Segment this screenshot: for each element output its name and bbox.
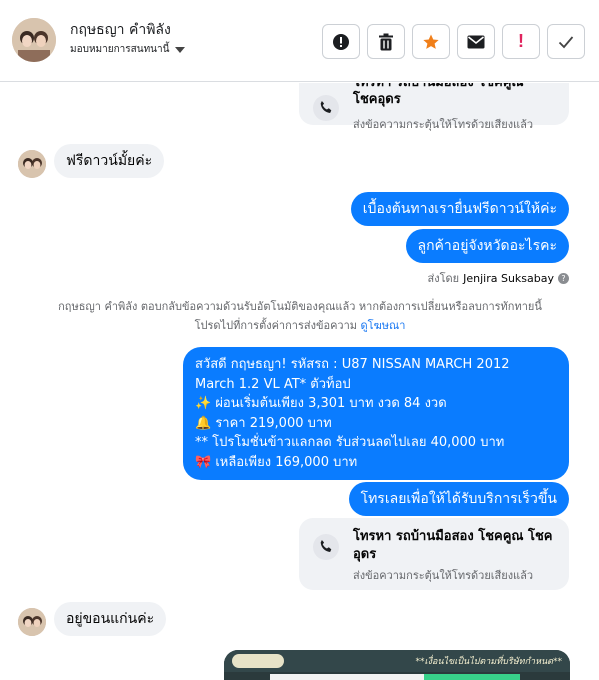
trash-icon (379, 33, 393, 50)
attachment-image[interactable]: **เงื่อนไขเป็นไปตามที่บริษัทกำหนด** (224, 650, 570, 680)
sent-by-label: ส่งโดย Jenjira Suksabay ? (428, 269, 569, 287)
image-caption: **เงื่อนไขเป็นไปตามที่บริษัทกำหนด** (415, 657, 563, 667)
conversation-header: กฤษธญา คำพิลัง มอบหมายการสนทนานี้ ! (0, 0, 599, 82)
mark-done-button[interactable] (547, 24, 585, 59)
call-card-title-partial: โทรหา รถบ้านมือสอง โชคคูณ โชคอุดร (353, 83, 523, 107)
spam-icon (333, 33, 349, 50)
envelope-icon (467, 35, 485, 48)
mark-spam-button[interactable] (322, 24, 360, 59)
star-icon (423, 34, 439, 49)
important-button[interactable]: ! (502, 24, 540, 59)
dealer-logo (232, 654, 284, 668)
incoming-message[interactable]: ฟรีดาวน์มั้ยค่ะ (54, 144, 165, 178)
assign-conversation-dropdown[interactable]: มอบหมายการสนทนานี้ (70, 42, 186, 57)
assign-label: มอบหมายการสนทนานี้ (70, 44, 170, 55)
conversation-actions: ! (322, 24, 585, 59)
call-card-title: โทรหา รถบ้านมือสอง โชคคูณ โชคอุดร (353, 529, 553, 562)
phone-icon (313, 95, 339, 121)
contact-avatar[interactable] (12, 18, 56, 62)
outgoing-message[interactable]: เบื้องต้นทางเรายื่นฟรีดาวน์ให้ค่ะ (350, 192, 569, 226)
system-notice: กฤษธญา คำพิลัง ตอบกลับข้อความด้วนรับอัตโ… (58, 300, 542, 332)
call-card-subtitle: ส่งข้อความกระตุ้นให้โทรด้วยเสียงแล้ว (353, 569, 534, 582)
call-prompt-card-previous: โทรหา รถบ้านมือสอง โชคคูณ โชคอุดร ส่งข้อ… (299, 83, 569, 131)
mark-unread-button[interactable] (457, 24, 495, 59)
sender-name: Jenjira Suksabay (463, 271, 554, 285)
call-prompt-card[interactable]: โทรหา รถบ้านมือสอง โชคคูณ โชคอุดร ส่งข้อ… (299, 518, 569, 590)
view-ad-link[interactable]: ดูโฆษณา (361, 319, 406, 332)
check-icon (558, 35, 574, 48)
outgoing-message[interactable]: โทรเลยเพื่อให้ได้รับบริการเร็วขึ้น (348, 482, 569, 516)
exclamation-icon: ! (518, 31, 524, 51)
contact-avatar-small (18, 608, 46, 636)
call-card-subtitle: ส่งข้อความกระตุ้นให้โทรด้วยเสียงแล้ว (353, 118, 534, 131)
outgoing-auto-reply-message[interactable]: สวัสดี กฤษธญา! รหัสรถ : U87 NISSAN MARCH… (183, 347, 569, 480)
contact-name: กฤษธญา คำพิลัง (70, 22, 171, 38)
incoming-message[interactable]: อยู่ขอนแก่นค่ะ (54, 602, 167, 636)
caret-down-icon (175, 46, 186, 53)
delete-button[interactable] (367, 24, 405, 59)
outgoing-message[interactable]: ลูกค้าอยู่จังหวัดอะไรคะ (405, 229, 569, 263)
contact-avatar-small (18, 150, 46, 178)
star-button[interactable] (412, 24, 450, 59)
message-thread[interactable]: โทรหา รถบ้านมือสอง โชคคูณ โชคอุดร ส่งข้อ… (0, 83, 599, 680)
phone-icon (313, 534, 339, 560)
help-icon[interactable]: ? (558, 272, 569, 284)
